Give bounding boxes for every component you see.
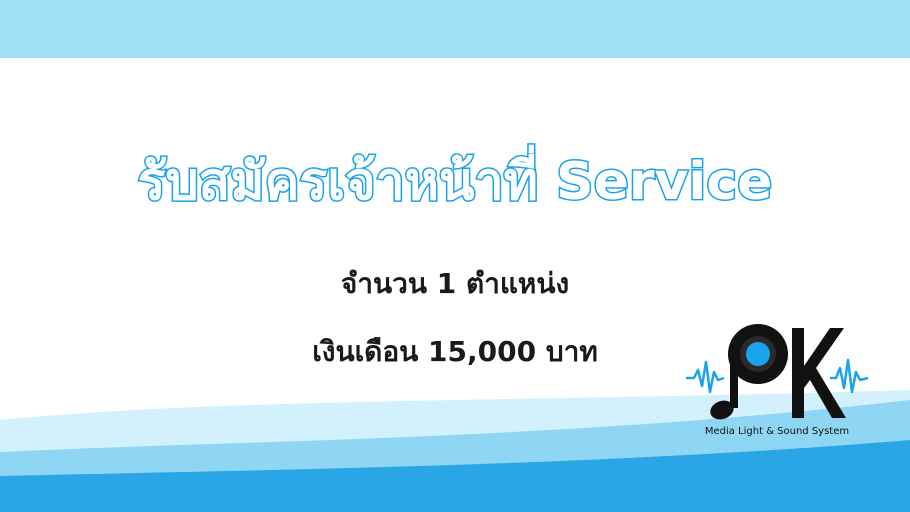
- right-sound-wave: [830, 358, 869, 394]
- left-sound-wave: [686, 360, 725, 394]
- positions-text: จำนวน 1 ตำแหน่ง: [340, 267, 570, 300]
- note-stem: [730, 354, 738, 408]
- headline: รับสมัครเจ้าหน้าที่ Service: [136, 151, 774, 214]
- top-color-band: [0, 0, 910, 58]
- logo-tagline: Media Light & Sound System: [704, 426, 850, 437]
- speaker-cone: [746, 342, 770, 366]
- company-logo: Media Light & Sound System: [684, 322, 870, 442]
- logo-mark: [686, 324, 869, 420]
